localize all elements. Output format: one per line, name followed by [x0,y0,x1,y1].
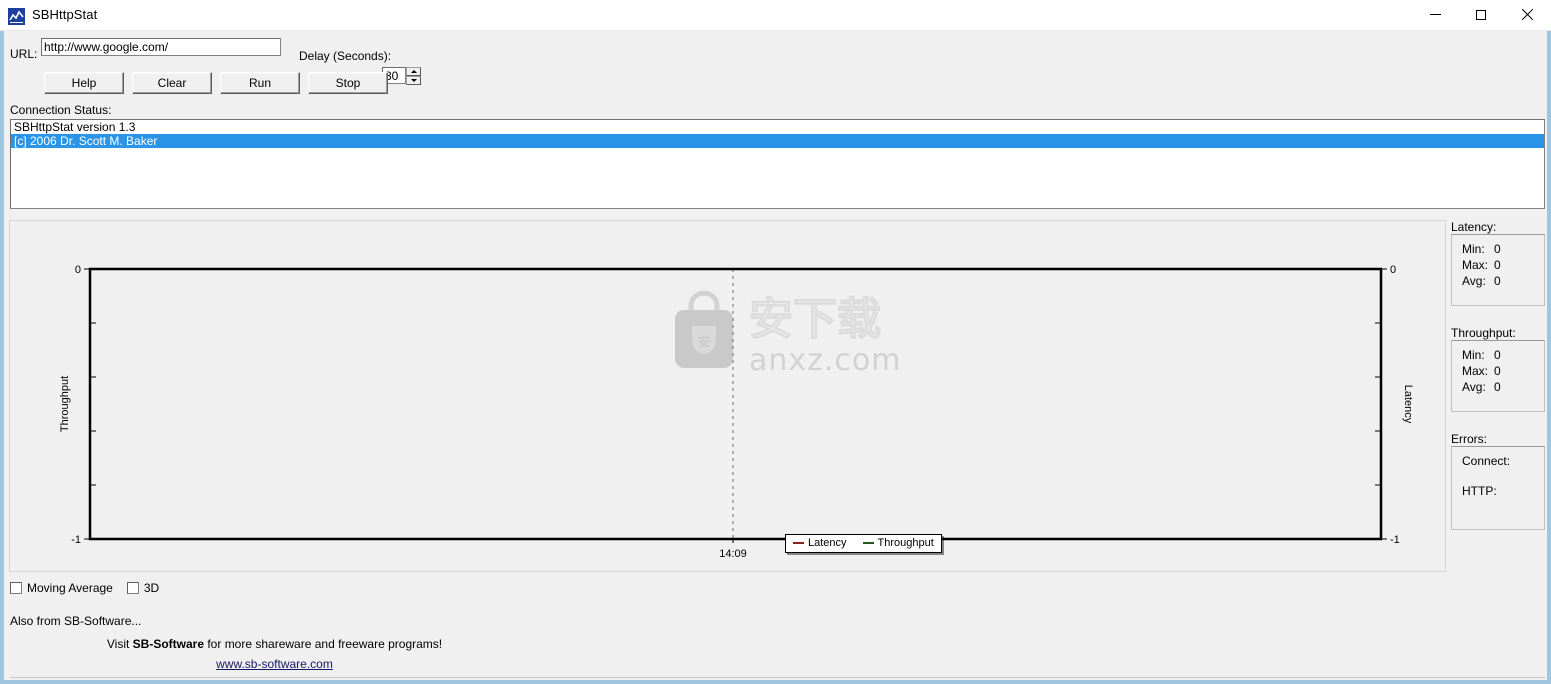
help-button[interactable]: Help [44,72,124,94]
also-from-label: Also from SB-Software... [10,614,142,628]
latency-min-row: Min: 0 [1462,241,1544,257]
latency-group-box: Min: 0 Max: 0 Avg: 0 [1451,234,1545,306]
errors-group-box: Connect: HTTP: [1451,446,1545,530]
url-input[interactable] [41,38,281,56]
delay-decrement-button[interactable] [406,76,421,85]
sb-software-link[interactable]: www.sb-software.com [216,657,333,671]
errors-http-label: HTTP: [1462,484,1497,498]
chart-options-row: Moving Average 3D [10,581,173,595]
checkbox-icon [10,582,22,594]
chart-plot-area: 0 -1 0 -1 14:09 Throughput Latency [59,264,1414,560]
latency-max-row: Max: 0 [1462,257,1544,273]
legend-label-latency: Latency [808,537,847,549]
throughput-group-box: Min: 0 Max: 0 Avg: 0 [1451,340,1545,412]
legend-item-latency: Latency [793,537,847,549]
chart-y-axis-title: Throughput [59,376,71,432]
throughput-avg-value: 0 [1494,380,1501,394]
throughput-max-value: 0 [1494,364,1501,378]
latency-max-value: 0 [1494,258,1501,272]
delay-increment-button[interactable] [406,67,421,76]
maximize-button[interactable] [1458,0,1504,30]
close-icon [1521,9,1533,21]
promo-prefix: Visit [106,637,133,651]
throughput-avg-row: Avg: 0 [1462,379,1544,395]
chart-y2tick-0: 0 [1390,264,1396,276]
checkbox-icon [126,582,139,594]
errors-connect-value [1460,469,1544,483]
promo-brand: SB-Software [132,637,205,651]
chart-xtick-0: 14:09 [719,548,747,560]
promo-text: Visit SB-Software for more shareware and… [10,637,1042,651]
chart-panel: 安 安下载 anxz.com 0 -1 0 -1 14:09 Throughpu… [9,220,1446,572]
title-bar: SBHttpStat [0,0,1551,31]
minimize-icon [1429,14,1441,15]
latency-avg-row: Avg: 0 [1462,273,1544,289]
legend-item-throughput: Throughput [862,537,934,549]
three-d-label: 3D [143,581,160,595]
three-d-checkbox[interactable]: 3D [126,581,160,595]
sbhttpstat-window: SBHttpStat URL: Delay (Seconds): Help Cl… [0,0,1551,684]
latency-avg-value: 0 [1494,274,1501,288]
app-icon [8,8,25,25]
delay-label: Delay (Seconds): [299,49,392,63]
promo-panel: Visit SB-Software for more shareware and… [10,630,1545,678]
promo-suffix: for more shareware and freeware programs… [204,637,443,651]
throughput-group-title: Throughput: [1451,326,1516,340]
chart-ytick-1: -1 [71,534,81,546]
throughput-avg-label: Avg: [1462,380,1486,394]
throughput-max-row: Max: 0 [1462,363,1544,379]
latency-min-value: 0 [1494,242,1501,256]
stop-button[interactable]: Stop [308,72,388,94]
moving-average-checkbox[interactable]: Moving Average [10,581,113,595]
minimize-button[interactable] [1412,0,1458,30]
legend-swatch-throughput [862,542,874,544]
chart-legend: Latency Throughput [785,534,942,553]
chart-frame [88,267,1383,541]
throughput-min-value: 0 [1494,348,1501,362]
window-title: SBHttpStat [32,7,98,22]
list-item[interactable]: [c] 2006 Dr. Scott M. Baker [11,134,1544,148]
latency-min-label: Min: [1462,242,1485,256]
connection-status-list[interactable]: SBHttpStat version 1.3 [c] 2006 Dr. Scot… [10,119,1545,209]
legend-label-throughput: Throughput [877,537,934,549]
connection-status-label: Connection Status: [10,103,112,117]
chevron-up-icon [410,70,417,73]
clear-button[interactable]: Clear [132,72,212,94]
close-button[interactable] [1504,0,1550,30]
run-button[interactable]: Run [220,72,300,94]
chart-ytick-0: 0 [75,264,81,276]
chart-y2tick-1: -1 [1390,534,1400,546]
errors-connect-label: Connect: [1462,454,1511,468]
latency-group-title: Latency: [1451,220,1497,234]
client-area: URL: Delay (Seconds): Help Clear Run Sto… [0,31,1551,684]
delay-stepper[interactable] [406,67,421,86]
list-item[interactable]: SBHttpStat version 1.3 [11,120,1544,134]
url-label: URL: [10,47,38,61]
throughput-min-label: Min: [1462,348,1485,362]
throughput-min-row: Min: 0 [1462,347,1544,363]
chart-y2-axis-title: Latency [1402,385,1414,424]
chevron-down-icon [410,79,417,82]
latency-max-label: Max: [1462,258,1489,272]
errors-group-title: Errors: [1451,432,1487,446]
latency-avg-label: Avg: [1462,274,1486,288]
moving-average-label: Moving Average [27,581,113,595]
stats-sidebar: Latency: Min: 0 Max: 0 Avg: 0 Throughput: M… [1451,220,1545,572]
legend-swatch-latency [793,542,804,544]
maximize-icon [1476,10,1486,20]
throughput-max-label: Max: [1462,364,1489,378]
